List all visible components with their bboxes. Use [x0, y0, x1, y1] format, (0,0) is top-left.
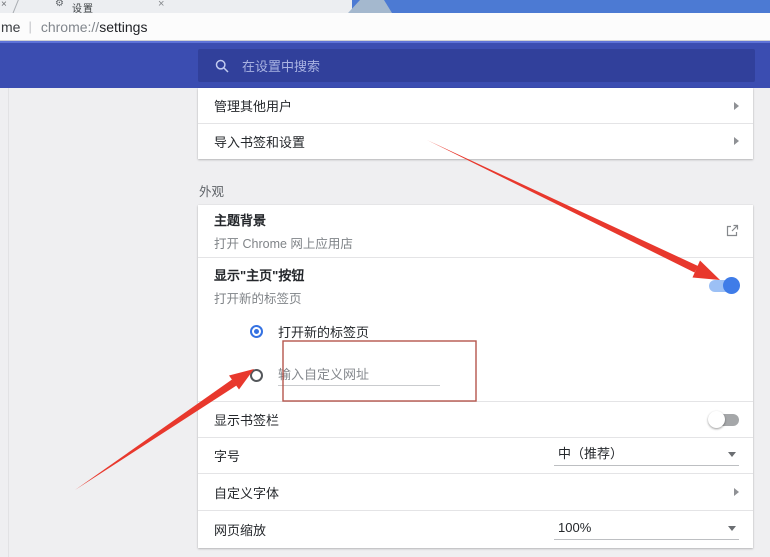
font-size-select[interactable]: 中（推荐） [554, 445, 739, 466]
custom-url-radio[interactable] [250, 369, 263, 382]
settings-header: 在设置中搜索 [0, 41, 770, 88]
page-zoom-select[interactable]: 100% [554, 519, 739, 540]
section-title-appearance: 外观 [199, 181, 224, 200]
toggle-knob [723, 277, 740, 294]
row-import-bookmarks[interactable]: 导入书签和设置 [198, 123, 753, 158]
search-icon [215, 59, 229, 73]
url-divider: | [28, 19, 31, 34]
tab-settings[interactable]: × ⚙ 设置 × [0, 0, 352, 13]
select-value: 100% [554, 519, 739, 537]
url-scheme: chrome:// [41, 19, 99, 35]
row-theme[interactable]: 主题背景 打开 Chrome 网上应用店 [198, 205, 753, 257]
row-manage-other-users[interactable]: 管理其他用户 [198, 88, 753, 123]
row-custom-url-option[interactable] [198, 349, 753, 401]
row-subtitle: 打开 Chrome 网上应用店 [214, 233, 353, 252]
chevron-right-icon [734, 488, 739, 496]
settings-search-input[interactable]: 在设置中搜索 [198, 49, 755, 82]
people-card: 管理其他用户 导入书签和设置 [198, 88, 753, 159]
search-placeholder: 在设置中搜索 [242, 56, 320, 75]
open-in-new-icon[interactable] [725, 224, 739, 238]
row-page-zoom: 网页缩放 100% [198, 510, 753, 548]
new-tab-button[interactable] [348, 0, 392, 13]
gear-icon: ⚙ [55, 0, 64, 9]
chevron-right-icon [734, 137, 739, 145]
url-prefix: me [1, 19, 20, 35]
row-show-bookmarks-bar[interactable]: 显示书签栏 [198, 401, 753, 437]
row-open-ntp-option[interactable]: 打开新的标签页 [198, 313, 753, 349]
chevron-right-icon [734, 102, 739, 110]
row-show-home-button[interactable]: 显示"主页"按钮 打开新的标签页 [198, 257, 753, 313]
row-title: 主题背景 [214, 210, 353, 229]
toggle-knob [708, 411, 725, 428]
select-value: 中（推荐） [554, 445, 739, 463]
bookmarks-bar-toggle[interactable] [709, 414, 739, 426]
tab-close-icon[interactable]: × [158, 0, 164, 10]
row-font-size: 字号 中（推荐） [198, 437, 753, 473]
chevron-down-icon [728, 452, 736, 457]
row-custom-fonts[interactable]: 自定义字体 [198, 473, 753, 510]
row-title: 显示"主页"按钮 [214, 265, 304, 284]
radio-label: 打开新的标签页 [278, 322, 369, 341]
address-bar[interactable]: me | chrome:// settings [0, 13, 770, 41]
row-label: 自定义字体 [214, 483, 279, 502]
appearance-card: 主题背景 打开 Chrome 网上应用店 显示"主页"按钮 打开新的标签页 打开… [198, 205, 753, 548]
chrome-settings-window: × ⚙ 设置 × me | chrome:// settings 在设置中搜索 … [0, 0, 770, 557]
home-button-toggle[interactable] [709, 280, 739, 292]
tab-strip: × ⚙ 设置 × [0, 0, 770, 13]
page-left-divider [8, 88, 9, 557]
row-label: 管理其他用户 [214, 96, 292, 115]
previous-tab-close-icon[interactable]: × [1, 0, 7, 10]
row-label: 字号 [214, 446, 240, 465]
chevron-down-icon [728, 526, 736, 531]
ntp-radio[interactable] [250, 325, 263, 338]
row-label: 导入书签和设置 [214, 132, 305, 151]
url-path: settings [99, 19, 147, 35]
row-label: 网页缩放 [214, 520, 266, 539]
custom-url-input[interactable] [278, 364, 440, 386]
row-label: 显示书签栏 [214, 410, 279, 429]
row-subtitle: 打开新的标签页 [214, 288, 304, 307]
